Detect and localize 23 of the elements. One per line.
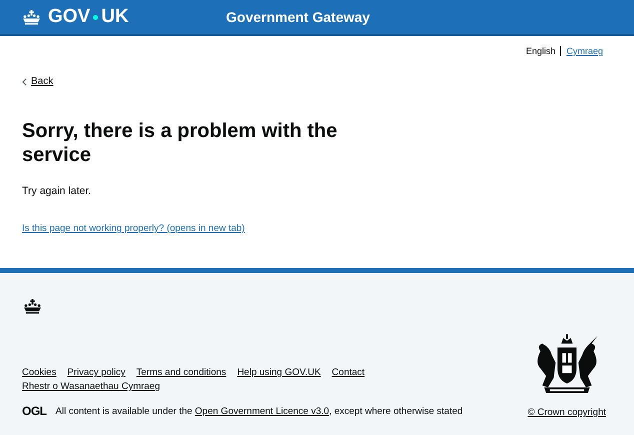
licence-link[interactable]: Open Government Licence v3.0: [194, 406, 330, 416]
footer-link[interactable]: Contact: [332, 367, 365, 378]
dot-icon: [93, 14, 98, 20]
footer-link[interactable]: Rhestr o Wasanaethau Cymraeg: [22, 381, 160, 392]
licence-logo: OGL: [22, 404, 46, 418]
language-link[interactable]: Cymraeg: [566, 46, 603, 56]
crown-icon: [23, 299, 42, 314]
body-text: Try again later.: [22, 185, 92, 197]
footer-link[interactable]: Cookies: [22, 367, 56, 378]
page-heading: Sorry, there is a problem with the service: [22, 119, 338, 167]
footer-link[interactable]: Terms and conditions: [136, 367, 226, 378]
service-name[interactable]: Government Gateway: [226, 9, 370, 25]
report-link[interactable]: Is this page not working properly? (opens in new tab): [22, 223, 245, 234]
back-link[interactable]: Back: [31, 76, 54, 87]
chevron-left-icon: [22, 78, 27, 86]
licence-text: All content is available under the Open Government Licence v3.0, except where otherwise stated: [56, 406, 463, 416]
current-language: English: [526, 46, 556, 56]
footer-link[interactable]: Privacy policy: [67, 367, 126, 378]
crown-icon: [22, 10, 41, 24]
footer-link[interactable]: Help using GOV.UK: [237, 367, 321, 378]
copyright-link[interactable]: © Crown copyright: [528, 407, 606, 418]
logo-text[interactable]: UK: [101, 6, 129, 28]
logo-text[interactable]: GOV: [48, 6, 90, 28]
